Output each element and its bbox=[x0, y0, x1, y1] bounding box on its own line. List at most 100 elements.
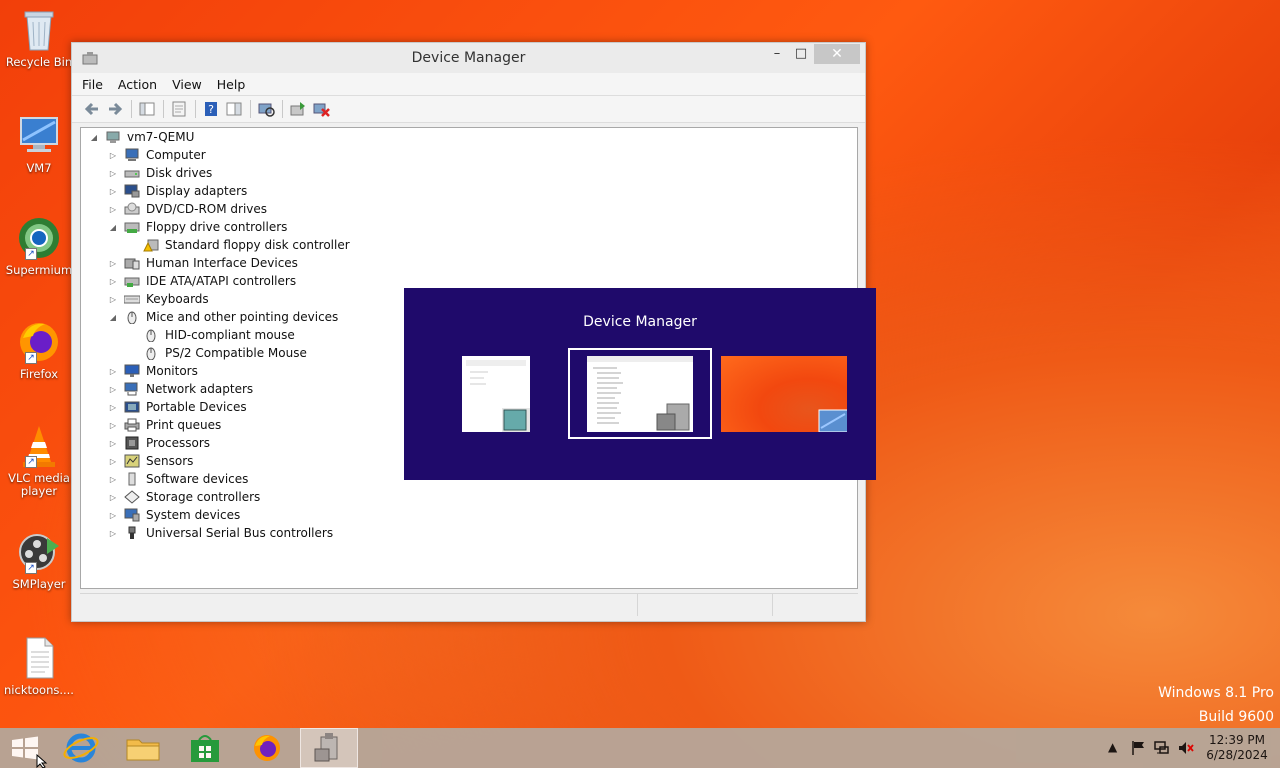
show-hidden-icons-button[interactable]: ▲ bbox=[1108, 740, 1120, 768]
volume-muted-icon[interactable] bbox=[1177, 740, 1195, 768]
tree-item-keyboards[interactable]: ▷ Keyboards bbox=[108, 290, 209, 308]
scan-hardware-icon[interactable] bbox=[256, 100, 276, 118]
expand-arrow-icon[interactable]: ▷ bbox=[108, 403, 118, 412]
software-device-icon bbox=[124, 472, 140, 486]
uninstall-device-icon[interactable] bbox=[311, 100, 331, 118]
tree-item-print-queues[interactable]: ▷ Print queues bbox=[108, 416, 221, 434]
close-button[interactable]: ✕ bbox=[814, 44, 860, 64]
tree-item-dvd-cd-rom[interactable]: ▷ DVD/CD-ROM drives bbox=[108, 200, 267, 218]
back-icon[interactable] bbox=[82, 100, 102, 118]
desktop-icon-smplayer[interactable]: ↗ SMPlayer bbox=[4, 528, 74, 591]
ide-controller-icon bbox=[124, 274, 140, 288]
expand-arrow-icon[interactable]: ▷ bbox=[108, 529, 118, 538]
desktop-icon-vlc[interactable]: ↗ VLC media player bbox=[4, 422, 74, 498]
status-bar bbox=[80, 593, 858, 616]
expand-arrow-icon[interactable]: ▷ bbox=[108, 151, 118, 160]
toolbar-separator bbox=[282, 100, 283, 118]
help-icon[interactable]: ? bbox=[201, 100, 221, 118]
tree-item-monitors[interactable]: ▷ Monitors bbox=[108, 362, 198, 380]
tree-child-floppy-disk-controller[interactable]: Standard floppy disk controller bbox=[143, 236, 350, 254]
update-driver-icon[interactable] bbox=[288, 100, 308, 118]
expand-arrow-icon[interactable]: ▷ bbox=[108, 511, 118, 520]
tree-item-software-devices[interactable]: ▷ Software devices bbox=[108, 470, 248, 488]
floppy-controller-icon bbox=[124, 220, 140, 234]
shortcut-arrow-icon: ↗ bbox=[25, 562, 37, 574]
store-icon[interactable] bbox=[177, 728, 233, 768]
desktop-icon-recycle-bin[interactable]: Recycle Bin bbox=[4, 6, 74, 69]
expand-arrow-icon[interactable]: ▷ bbox=[108, 385, 118, 394]
tree-child-hid-mouse[interactable]: HID-compliant mouse bbox=[143, 326, 295, 344]
firefox-icon[interactable] bbox=[239, 728, 295, 768]
tree-item-label: Monitors bbox=[146, 364, 198, 378]
menu-file[interactable]: File bbox=[82, 77, 103, 92]
collapse-arrow-icon[interactable]: ◢ bbox=[108, 313, 118, 322]
tree-item-display-adapters[interactable]: ▷ Display adapters bbox=[108, 182, 247, 200]
taskbar: ▲ 12:39 PM 6/28/2024 bbox=[0, 728, 1280, 768]
menu-view[interactable]: View bbox=[172, 77, 202, 92]
mouse-icon bbox=[124, 310, 140, 325]
expand-arrow-icon[interactable]: ▷ bbox=[108, 277, 118, 286]
expand-arrow-icon[interactable]: ▷ bbox=[108, 259, 118, 268]
switcher-thumbnail-window[interactable] bbox=[462, 356, 530, 432]
collapse-arrow-icon[interactable]: ◢ bbox=[89, 133, 99, 142]
action-pane-icon[interactable] bbox=[224, 100, 244, 118]
computer-icon bbox=[124, 148, 140, 162]
expand-arrow-icon[interactable]: ▷ bbox=[108, 187, 118, 196]
tree-item-network-adapters[interactable]: ▷ Network adapters bbox=[108, 380, 253, 398]
mouse-icon bbox=[143, 328, 159, 343]
tree-item-disk-drives[interactable]: ▷ Disk drives bbox=[108, 164, 212, 182]
menu-action[interactable]: Action bbox=[118, 77, 157, 92]
menu-help[interactable]: Help bbox=[217, 77, 246, 92]
expand-arrow-icon[interactable]: ▷ bbox=[108, 475, 118, 484]
tree-item-mice[interactable]: ◢ Mice and other pointing devices bbox=[108, 308, 338, 326]
tree-item-sensors[interactable]: ▷ Sensors bbox=[108, 452, 193, 470]
forward-icon[interactable] bbox=[105, 100, 125, 118]
network-icon[interactable] bbox=[1153, 740, 1171, 768]
expand-arrow-icon[interactable]: ▷ bbox=[108, 457, 118, 466]
file-explorer-icon[interactable] bbox=[115, 728, 171, 768]
desktop-icon-vm7[interactable]: VM7 bbox=[4, 112, 74, 175]
expand-arrow-icon[interactable]: ▷ bbox=[108, 295, 118, 304]
tree-item-computer[interactable]: ▷ Computer bbox=[108, 146, 206, 164]
switcher-thumbnail-device-manager[interactable] bbox=[568, 348, 712, 439]
tree-child-ps2-mouse[interactable]: PS/2 Compatible Mouse bbox=[143, 344, 307, 362]
tree-item-storage-controllers[interactable]: ▷ Storage controllers bbox=[108, 488, 260, 506]
switcher-thumbnail-desktop[interactable] bbox=[721, 356, 850, 433]
tree-item-label: System devices bbox=[146, 508, 241, 522]
properties-icon[interactable] bbox=[169, 100, 189, 118]
tree-item-system-devices[interactable]: ▷ System devices bbox=[108, 506, 240, 524]
action-center-flag-icon[interactable] bbox=[1130, 740, 1148, 768]
tree-item-ide-controllers[interactable]: ▷ IDE ATA/ATAPI controllers bbox=[108, 272, 296, 290]
expand-arrow-icon[interactable]: ▷ bbox=[108, 169, 118, 178]
collapse-arrow-icon[interactable]: ◢ bbox=[108, 223, 118, 232]
internet-explorer-icon[interactable] bbox=[53, 728, 109, 768]
show-hide-console-tree-icon[interactable] bbox=[137, 100, 157, 118]
tree-item-usb-controllers[interactable]: ▷ Universal Serial Bus controllers bbox=[108, 524, 333, 542]
tree-item-hid[interactable]: ▷ Human Interface Devices bbox=[108, 254, 298, 272]
device-manager-taskbar-button[interactable] bbox=[300, 728, 358, 768]
desktop-icon-label: Supermium bbox=[5, 263, 73, 277]
title-bar[interactable]: Device Manager – □ ✕ bbox=[72, 43, 865, 73]
desktop-icon-supermium[interactable]: ↗ Supermium bbox=[4, 214, 74, 277]
expand-arrow-icon[interactable]: ▷ bbox=[108, 367, 118, 376]
expand-arrow-icon[interactable]: ▷ bbox=[108, 493, 118, 502]
firefox-icon: ↗ bbox=[15, 318, 63, 366]
desktop-icon-firefox[interactable]: ↗ Firefox bbox=[4, 318, 74, 381]
desktop-icon-text-file[interactable]: nicktoons.... bbox=[4, 634, 74, 697]
window-title: Device Manager bbox=[411, 50, 526, 66]
expand-arrow-icon[interactable]: ▷ bbox=[108, 421, 118, 430]
tree-item-label: Keyboards bbox=[146, 292, 209, 306]
tree-root[interactable]: ◢ vm7-QEMU bbox=[89, 128, 194, 146]
keyboard-icon bbox=[123, 292, 141, 306]
minimize-button[interactable]: – bbox=[764, 44, 790, 64]
tree-item-label: Display adapters bbox=[146, 184, 248, 198]
expand-arrow-icon[interactable]: ▷ bbox=[108, 205, 118, 214]
tree-item-floppy-controllers[interactable]: ◢ Floppy drive controllers bbox=[108, 218, 288, 236]
expand-arrow-icon[interactable]: ▷ bbox=[108, 439, 118, 448]
maximize-button[interactable]: □ bbox=[788, 44, 814, 64]
usb-icon bbox=[124, 526, 140, 540]
taskbar-clock[interactable]: 12:39 PM 6/28/2024 bbox=[1204, 733, 1270, 763]
tree-item-processors[interactable]: ▷ Processors bbox=[108, 434, 210, 452]
tree-item-label: Human Interface Devices bbox=[146, 256, 298, 270]
tree-item-portable-devices[interactable]: ▷ Portable Devices bbox=[108, 398, 247, 416]
